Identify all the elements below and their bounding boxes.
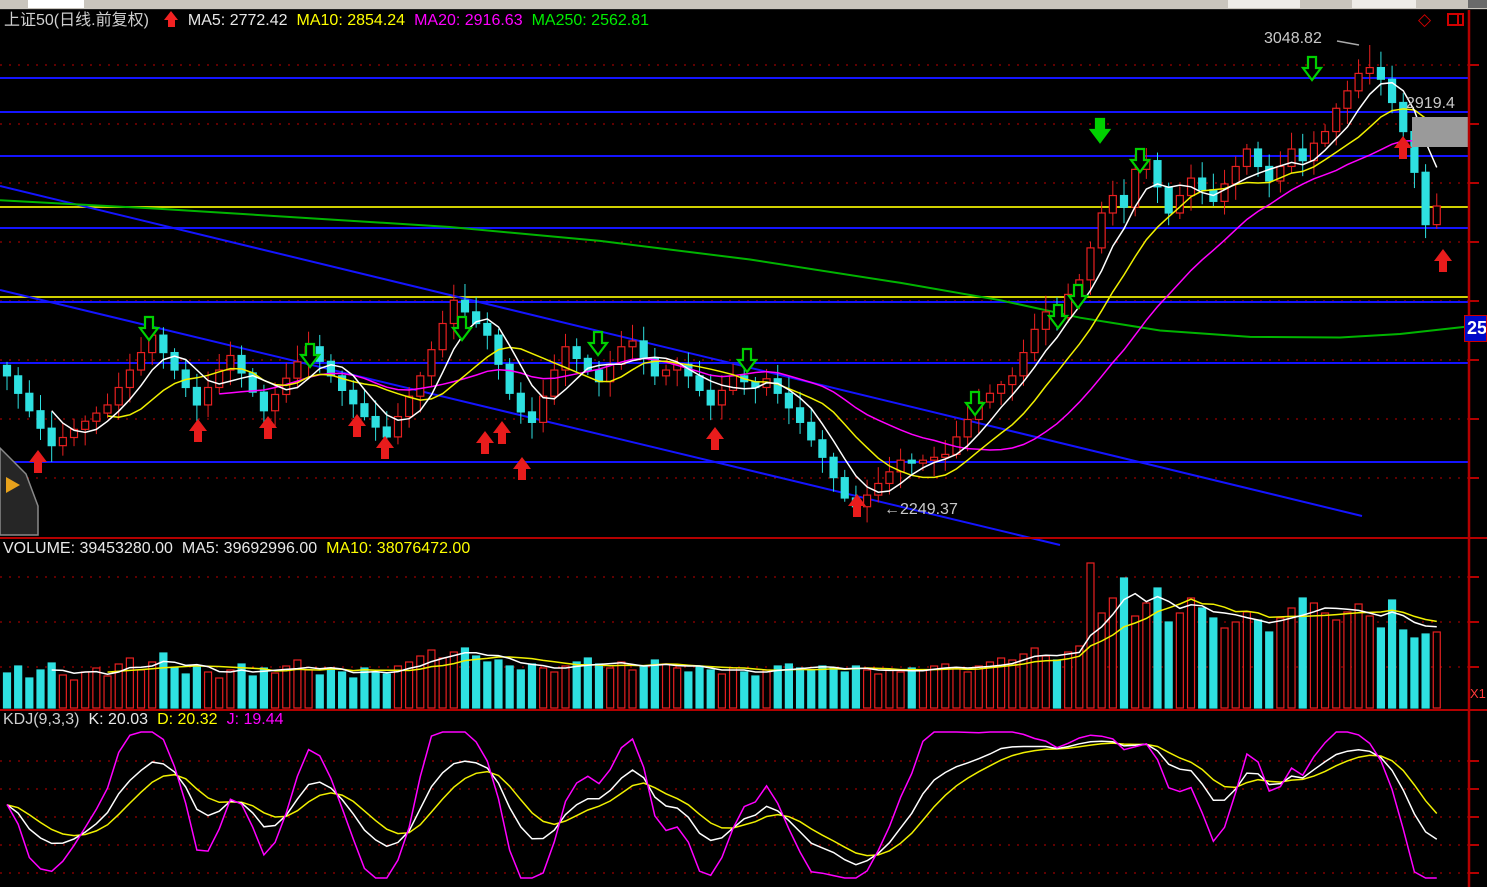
ma10-value: MA10: 2854.24 (297, 12, 406, 29)
volume-pane-header: VOLUME: 39453280.00 MA5: 39692996.00 MA10:… (3, 540, 479, 558)
symbol-title: 上证50(日线.前复权) (4, 12, 149, 29)
kdj-lines-layer (7, 732, 1437, 878)
volume-scale-label: X1 (1470, 686, 1486, 701)
trading-app-screen: 上证50(日线.前复权) MA5: 2772.42 MA10: 2854.24 MA2… (0, 0, 1487, 887)
kdj-k-value: K: 20.03 (88, 711, 148, 728)
grid-layer (0, 65, 1487, 873)
volume-ma-layer (52, 594, 1437, 675)
up-arrow-icon (164, 11, 179, 27)
kdj-d-value: D: 20.32 (157, 711, 217, 728)
peak-price-label: 3048.82 (1264, 30, 1322, 48)
crosshair-price-label: 2919.4 (1406, 95, 1455, 113)
volume-ma10-value: MA10: 38076472.00 (326, 540, 470, 557)
right-axis (1469, 10, 1479, 887)
ma20-value: MA20: 2916.63 (414, 12, 523, 29)
low-price-label: ←2249.37 (884, 501, 958, 519)
diamond-icon[interactable]: ◇ (1418, 10, 1431, 30)
ma250-line (0, 200, 1469, 337)
kdj-pane-header: KDJ(9,3,3) K: 20.03 D: 20.32 J: 19.44 (3, 711, 293, 729)
volume-value: VOLUME: 39453280.00 (3, 540, 173, 557)
candles-layer (4, 45, 1441, 522)
split-window-icon[interactable] (1447, 13, 1464, 26)
candlestick-chart-canvas[interactable] (0, 0, 1487, 887)
price-pane-header: 上证50(日线.前复权) MA5: 2772.42 MA10: 2854.24 MA2… (4, 11, 658, 30)
axis-price-badge: 25 (1464, 315, 1487, 342)
price-ma-layer (52, 83, 1437, 493)
volume-bars-layer (4, 563, 1441, 708)
ma5-value: MA5: 2772.42 (188, 12, 288, 29)
kdj-indicator-name: KDJ(9,3,3) (3, 711, 79, 728)
ma250-value: MA250: 2562.81 (532, 12, 649, 29)
kdj-j-value: J: 19.44 (227, 711, 284, 728)
volume-ma5-value: MA5: 39692996.00 (182, 540, 317, 557)
